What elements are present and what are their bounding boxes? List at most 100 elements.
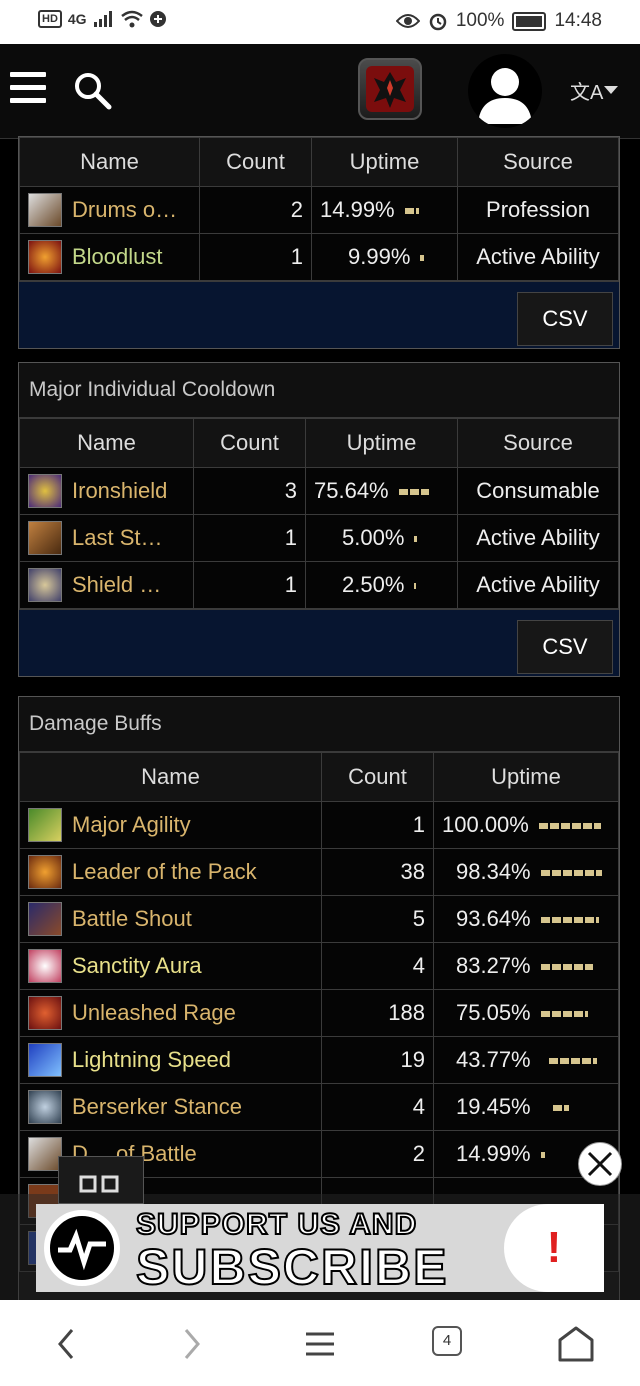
buff-name[interactable]: Last St… [72, 525, 162, 550]
csv-row: CSV [19, 609, 619, 676]
panel-title: Damage Buffs [19, 697, 619, 752]
horde-logo[interactable] [358, 58, 422, 120]
eye-icon [395, 14, 420, 28]
buff-name[interactable]: Unleashed Rage [72, 1000, 236, 1025]
buff-name-cell[interactable]: Berserker Stance [19, 1083, 322, 1131]
ironshield-icon [28, 474, 62, 508]
uptime-bar [404, 208, 419, 215]
horde-emblem-icon [374, 72, 406, 108]
csv-button[interactable]: CSV [517, 292, 613, 346]
buff-name[interactable]: Shield … [72, 572, 161, 597]
uptime-bar [552, 1105, 569, 1112]
uptime: 93.64% [456, 906, 531, 931]
ad-logo-icon [44, 1210, 120, 1286]
uptime-bar [414, 583, 417, 590]
buff-name-cell[interactable]: Lightning Speed [19, 1036, 322, 1084]
col-uptime[interactable]: Uptime [305, 418, 458, 468]
count: 5 [321, 895, 434, 943]
count: 188 [321, 989, 434, 1037]
wifi-icon [120, 10, 143, 28]
hd-badge: HD [38, 10, 62, 28]
buff-name[interactable]: Leader of the Pack [72, 859, 257, 884]
col-count[interactable]: Count [199, 137, 312, 187]
uptime-cell: 75.64% [305, 467, 458, 515]
col-count[interactable]: Count [193, 418, 306, 468]
col-name[interactable]: Name [19, 137, 200, 187]
panel-top: Name Count Uptime Source Drums o… 2 14.9… [18, 136, 620, 349]
table-row: Battle Shout 5 93.64% [19, 895, 619, 943]
sanctity-aura-icon [28, 949, 62, 983]
app-header: 文A [0, 44, 640, 139]
csv-button[interactable]: CSV [517, 620, 613, 674]
table-header: Name Count Uptime Source [19, 418, 619, 468]
close-icon[interactable] [578, 1142, 622, 1186]
ad-line2: SUBSCRIBE [135, 1239, 449, 1292]
buff-name-cell[interactable]: Battle Shout [19, 895, 322, 943]
forward-icon[interactable] [172, 1326, 212, 1362]
uptime-cell: 5.00% [305, 514, 458, 562]
uptime-cell: 83.27% [433, 942, 619, 990]
tabs-button[interactable]: 4 [432, 1326, 462, 1356]
table-row: Major Agility 1 100.00% [19, 801, 619, 849]
buff-name[interactable]: Lightning Speed [72, 1047, 231, 1072]
clock: 14:48 [554, 10, 602, 31]
count: 3 [193, 467, 306, 515]
count: 2 [199, 186, 312, 234]
lightning-speed-icon [28, 1043, 62, 1077]
col-name[interactable]: Name [19, 752, 322, 802]
qr-scan-icon[interactable] [58, 1156, 144, 1204]
user-avatar-icon[interactable] [468, 54, 542, 128]
panel-title: Major Individual Cooldown [19, 363, 619, 418]
subscribe-ad-banner[interactable]: SUPPORT US AND SUBSCRIBE ! [36, 1204, 604, 1292]
hamburger-icon[interactable] [10, 72, 46, 104]
col-uptime[interactable]: Uptime [433, 752, 619, 802]
buff-name-cell[interactable]: Bloodlust [19, 233, 200, 281]
status-right: 100% 14:48 [395, 10, 602, 32]
buff-name[interactable]: Battle Shout [72, 906, 192, 931]
count: 1 [321, 801, 434, 849]
uptime-cell: 43.77% [433, 1036, 619, 1084]
source: Consumable [457, 467, 619, 515]
ad-alert-icon: ! [504, 1204, 604, 1292]
buff-name-cell[interactable]: Unleashed Rage [19, 989, 322, 1037]
ad-text: SUPPORT US AND SUBSCRIBE [135, 1207, 449, 1292]
buff-name-cell[interactable]: Leader of the Pack [19, 848, 322, 896]
leader-of-the-pack-icon [28, 855, 62, 889]
signal-icon: 4G [67, 11, 87, 27]
col-source[interactable]: Source [457, 418, 619, 468]
buff-name-cell[interactable]: Major Agility [19, 801, 322, 849]
buff-name[interactable]: Bloodlust [72, 244, 163, 269]
translate-icon[interactable]: 文A [570, 76, 603, 105]
buff-name[interactable]: Sanctity Aura [72, 953, 202, 978]
back-icon[interactable] [48, 1326, 88, 1362]
buff-name-cell[interactable]: Last St… [19, 514, 194, 562]
col-name[interactable]: Name [19, 418, 194, 468]
chevron-down-icon[interactable] [604, 86, 618, 94]
buff-name-cell[interactable]: Drums o… [19, 186, 200, 234]
table-row: Shield … 1 2.50% Active Ability [19, 561, 619, 609]
uptime-bar [540, 964, 593, 971]
buff-name[interactable]: Berserker Stance [72, 1094, 242, 1119]
buff-name-cell[interactable]: Shield … [19, 561, 194, 609]
battle-shout-icon [28, 902, 62, 936]
col-count[interactable]: Count [321, 752, 434, 802]
uptime: 9.99% [348, 244, 411, 269]
buff-name-cell[interactable]: Ironshield [19, 467, 194, 515]
shield-wall-icon [28, 568, 62, 602]
home-icon[interactable] [556, 1326, 596, 1362]
signal-bars-icon [93, 11, 112, 27]
uptime: 83.27% [456, 953, 531, 978]
source: Active Ability [457, 514, 619, 562]
uptime-bar [540, 1011, 588, 1018]
col-source[interactable]: Source [457, 137, 619, 187]
buff-name-cell[interactable]: Sanctity Aura [19, 942, 322, 990]
search-icon[interactable] [72, 70, 112, 110]
col-uptime[interactable]: Uptime [311, 137, 458, 187]
menu-icon[interactable] [300, 1326, 340, 1362]
uptime: 75.64% [314, 478, 389, 503]
buff-name[interactable]: Ironshield [72, 478, 167, 503]
uptime: 75.05% [456, 1000, 531, 1025]
buff-name[interactable]: Drums o… [72, 197, 177, 222]
table-row: Leader of the Pack 38 98.34% [19, 848, 619, 896]
buff-name[interactable]: Major Agility [72, 812, 191, 837]
